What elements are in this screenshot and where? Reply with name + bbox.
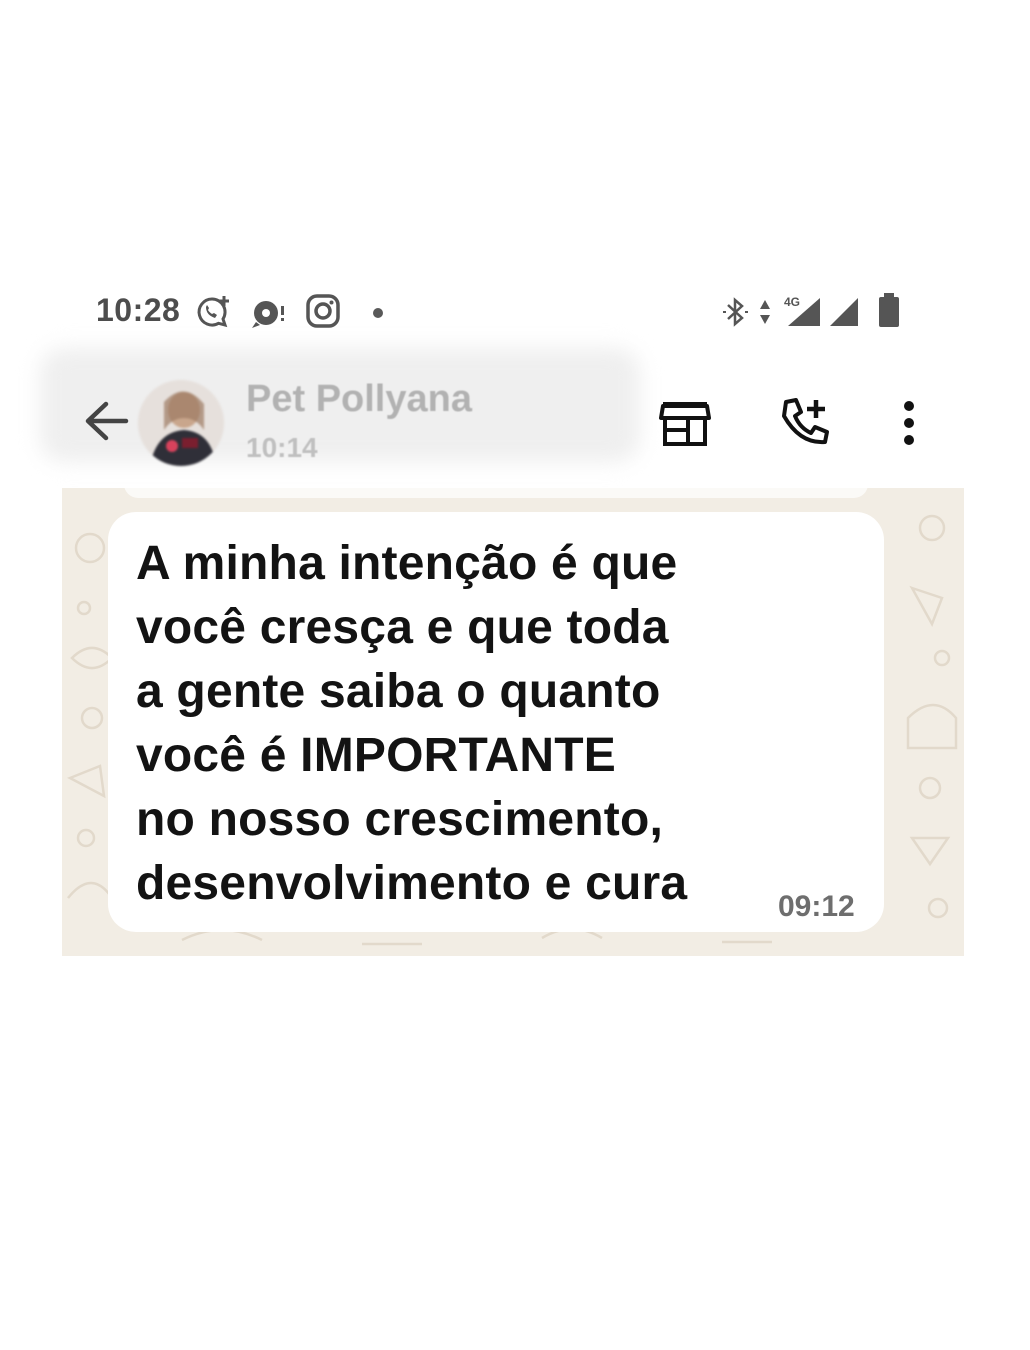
message-text-line: a gente saiba o quanto [136,665,661,718]
status-time: 10:28 [96,292,181,328]
business-store-icon[interactable] [658,398,712,448]
message-text-line: você é IMPORTANTE [136,729,616,782]
chat-area: A minha intenção é que você cresça e que… [62,488,964,956]
contact-name[interactable]: Pet Pollyana [246,378,472,421]
instagram-icon [306,294,340,328]
message-bubble[interactable]: A minha intenção é que você cresça e que… [108,512,884,932]
back-arrow-icon[interactable] [82,398,130,449]
signal-icon [828,296,860,328]
message-text-line: no nosso crescimento, [136,793,663,846]
whatsapp-notification-icon [194,294,234,332]
mobile-signal-icon [786,296,822,328]
add-call-icon[interactable] [778,396,832,448]
previous-message-edge [124,488,868,498]
last-seen-time: 10:14 [246,432,318,463]
message-text-line: A minha intenção é que [136,537,678,590]
data-activity-icon [758,298,772,326]
avatar[interactable] [138,380,224,466]
message-timestamp: 09:12 [778,890,855,923]
bluetooth-icon [722,296,752,328]
message-text-line: você cresça e que toda [136,601,669,654]
chat-header: Pet Pollyana 10:14 [0,344,1030,468]
more-notifications-dot-icon [373,308,383,318]
battery-icon [876,292,902,328]
message-text-line: desenvolvimento e cura [136,857,688,910]
status-bar: 10:28 4G [0,288,1030,336]
chat-notification-icon [250,298,288,330]
more-options-icon[interactable] [898,400,920,446]
